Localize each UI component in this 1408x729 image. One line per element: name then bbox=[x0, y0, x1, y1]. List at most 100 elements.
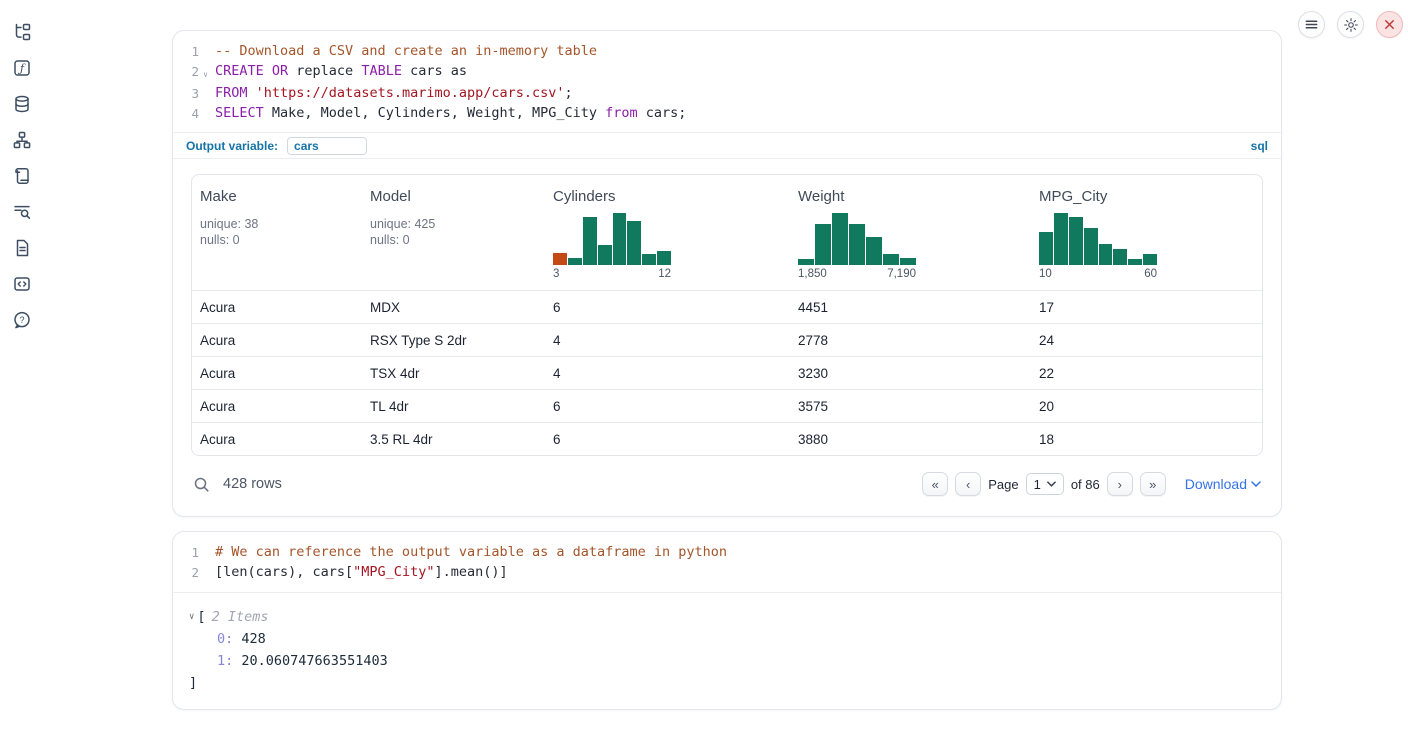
histogram-bar bbox=[883, 254, 899, 265]
line-number: 1 bbox=[173, 543, 199, 563]
last-page-button[interactable]: » bbox=[1140, 472, 1166, 496]
tree-root[interactable]: ∨ [ 2 Items bbox=[189, 606, 1265, 628]
histogram-bar bbox=[849, 224, 865, 266]
sidebar-item-documentation[interactable] bbox=[11, 238, 33, 258]
sql-code-editor[interactable]: 1-- Download a CSV and create an in-memo… bbox=[173, 31, 1281, 132]
code-text: # We can reference the output variable a… bbox=[212, 543, 727, 563]
table-row[interactable]: AcuraMDX6445117 bbox=[192, 290, 1262, 323]
table-footer: 428 rows « ‹ Page 1 of 86 › » Dow bbox=[191, 462, 1263, 506]
table-cell: 3575 bbox=[790, 390, 1031, 422]
code-line[interactable]: 4 SELECT Make, Model, Cylinders, Weight, … bbox=[173, 104, 1281, 124]
histogram-bar bbox=[598, 245, 612, 265]
database-icon bbox=[12, 94, 32, 114]
code-text: SELECT Make, Model, Cylinders, Weight, M… bbox=[212, 104, 686, 124]
line-number: 3 bbox=[173, 84, 199, 104]
fold-chevron-icon[interactable]: ∨ bbox=[199, 62, 212, 85]
fold-gutter bbox=[199, 84, 212, 104]
histogram-axis: 10 60 bbox=[1039, 268, 1157, 280]
sidebar-item-help[interactable]: ? bbox=[11, 310, 33, 330]
weight-histogram[interactable]: 1,850 7,190 bbox=[798, 213, 916, 280]
sidebar-item-scratchpad[interactable] bbox=[11, 166, 33, 186]
shutdown-button[interactable] bbox=[1376, 11, 1403, 38]
page-select[interactable]: 1 bbox=[1026, 473, 1064, 495]
cylinders-histogram[interactable]: 3 12 bbox=[553, 213, 671, 280]
previous-page-button[interactable]: ‹ bbox=[955, 472, 981, 496]
histogram-bar bbox=[798, 259, 814, 266]
table-cell: 17 bbox=[1031, 291, 1262, 323]
table-cell: MDX bbox=[362, 291, 545, 323]
output-variable-input[interactable] bbox=[287, 137, 367, 155]
code-line[interactable]: 1 # We can reference the output variable … bbox=[173, 543, 1281, 563]
table-row[interactable]: AcuraTSX 4dr4323022 bbox=[192, 356, 1262, 389]
column-stats: unique: 38 nulls: 0 bbox=[200, 216, 354, 248]
column-header-cylinders[interactable]: Cylinders 3 12 bbox=[545, 175, 790, 290]
menu-button[interactable] bbox=[1298, 11, 1325, 38]
chevron-down-icon bbox=[1251, 481, 1261, 487]
first-page-button[interactable]: « bbox=[922, 472, 948, 496]
document-icon bbox=[12, 238, 32, 258]
sidebar-item-files[interactable] bbox=[11, 22, 33, 42]
list-item: 1: 20.060747663551403 bbox=[189, 650, 1265, 672]
chevron-down-icon[interactable]: ∨ bbox=[189, 606, 194, 628]
column-header-make[interactable]: Make unique: 38 nulls: 0 bbox=[192, 175, 362, 290]
table-row[interactable]: AcuraTL 4dr6357520 bbox=[192, 389, 1262, 422]
code-line[interactable]: 3 FROM 'https://datasets.marimo.app/cars.… bbox=[173, 84, 1281, 104]
code-text: [len(cars), cars["MPG_City"].mean()] bbox=[212, 563, 508, 583]
table-cell: TL 4dr bbox=[362, 390, 545, 422]
line-number: 1 bbox=[173, 42, 199, 62]
sql-cell-output: Make unique: 38 nulls: 0 Model unique: 4… bbox=[173, 159, 1281, 506]
mpg-city-histogram[interactable]: 10 60 bbox=[1039, 213, 1157, 280]
column-label: MPG_City bbox=[1039, 188, 1254, 205]
code-line[interactable]: 1-- Download a CSV and create an in-memo… bbox=[173, 42, 1281, 62]
output-variable-row: Output variable: sql bbox=[173, 132, 1281, 159]
list-item: 0: 428 bbox=[189, 628, 1265, 650]
histogram-bar bbox=[583, 217, 597, 266]
menu-icon bbox=[1304, 17, 1319, 32]
search-icon bbox=[193, 476, 210, 493]
download-button[interactable]: Download bbox=[1185, 476, 1261, 492]
sidebar-item-variables[interactable]: ƒ bbox=[11, 58, 33, 78]
code-text: FROM 'https://datasets.marimo.app/cars.c… bbox=[212, 84, 573, 104]
code-line[interactable]: 2[len(cars), cars["MPG_City"].mean()] bbox=[173, 563, 1281, 583]
snippets-icon bbox=[12, 274, 32, 294]
data-table: Make unique: 38 nulls: 0 Model unique: 4… bbox=[191, 174, 1263, 456]
line-number: 2 bbox=[173, 62, 199, 85]
output-variable-label: Output variable: bbox=[186, 139, 278, 153]
pagination: « ‹ Page 1 of 86 › » Download bbox=[922, 472, 1261, 496]
code-line[interactable]: 2∨CREATE OR replace TABLE cars as bbox=[173, 62, 1281, 85]
settings-button[interactable] bbox=[1337, 11, 1364, 38]
line-number: 4 bbox=[173, 104, 199, 124]
column-header-weight[interactable]: Weight 1,850 7,190 bbox=[790, 175, 1031, 290]
table-cell: Acura bbox=[192, 390, 362, 422]
column-label: Weight bbox=[798, 188, 1023, 205]
search-button[interactable] bbox=[193, 476, 210, 493]
histogram-axis: 1,850 7,190 bbox=[798, 268, 916, 280]
histogram-axis: 3 12 bbox=[553, 268, 671, 280]
scratchpad-icon bbox=[12, 166, 32, 186]
fold-gutter bbox=[199, 563, 212, 583]
total-pages-label: of 86 bbox=[1071, 477, 1100, 492]
sidebar: ƒ bbox=[0, 0, 44, 330]
histogram-bar bbox=[1099, 244, 1113, 266]
table-row[interactable]: AcuraRSX Type S 2dr4277824 bbox=[192, 323, 1262, 356]
histogram-bar bbox=[657, 251, 671, 266]
sidebar-item-dependencies[interactable] bbox=[11, 130, 33, 150]
table-cell: 22 bbox=[1031, 357, 1262, 389]
python-code-editor[interactable]: 1 # We can reference the output variable … bbox=[173, 532, 1281, 591]
sidebar-item-logs[interactable] bbox=[11, 202, 33, 222]
histogram-bar bbox=[1084, 228, 1098, 265]
column-header-model[interactable]: Model unique: 425 nulls: 0 bbox=[362, 175, 545, 290]
language-badge: sql bbox=[1251, 139, 1268, 153]
table-header: Make unique: 38 nulls: 0 Model unique: 4… bbox=[192, 175, 1262, 290]
histogram-bar bbox=[900, 258, 916, 266]
sidebar-item-datasources[interactable] bbox=[11, 94, 33, 114]
table-cell: Acura bbox=[192, 291, 362, 323]
sidebar-item-snippets[interactable] bbox=[11, 274, 33, 294]
column-label: Make bbox=[200, 188, 354, 205]
histogram-bar bbox=[1054, 213, 1068, 265]
table-row[interactable]: Acura3.5 RL 4dr6388018 bbox=[192, 422, 1262, 455]
histogram-bar bbox=[553, 253, 567, 265]
column-header-mpg-city[interactable]: MPG_City 10 60 bbox=[1031, 175, 1262, 290]
sql-cell: 1-- Download a CSV and create an in-memo… bbox=[172, 30, 1282, 517]
next-page-button[interactable]: › bbox=[1107, 472, 1133, 496]
